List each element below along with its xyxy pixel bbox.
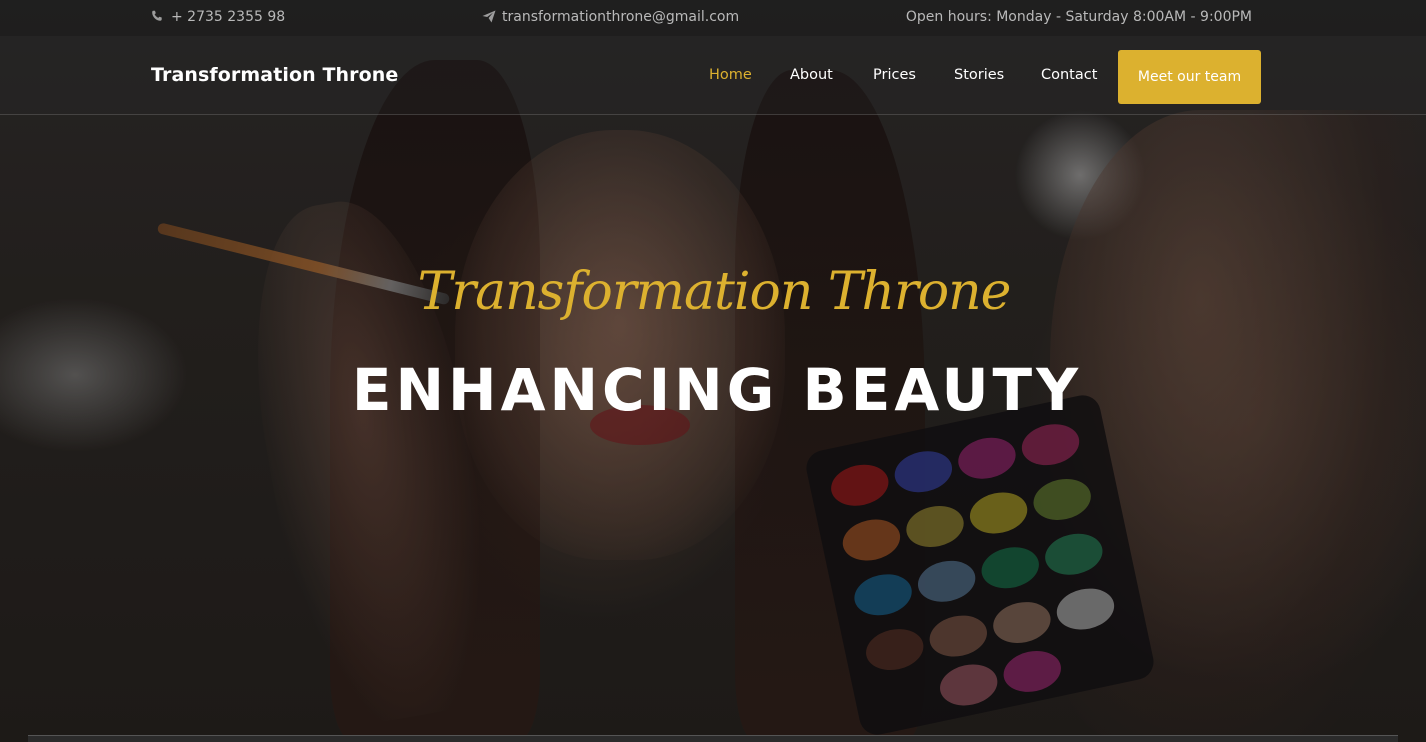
nav-link-stories[interactable]: Stories xyxy=(954,67,1004,83)
nav-link-about[interactable]: About xyxy=(790,67,833,83)
paper-plane-icon xyxy=(482,10,496,24)
main-navbar: Transformation Throne Home About Prices … xyxy=(0,36,1426,115)
hero-headline: ENHANCING BEAUTY xyxy=(351,356,1083,424)
phone-number: + 2735 2355 98 xyxy=(171,9,286,25)
hero-script-title: Transformation Throne xyxy=(417,262,1012,322)
contact-phone[interactable]: + 2735 2355 98 xyxy=(151,9,285,25)
open-hours: Open hours: Monday - Saturday 8:00AM - 9… xyxy=(906,9,1252,25)
nav-link-home[interactable]: Home xyxy=(709,67,752,83)
meet-our-team-button[interactable]: Meet our team xyxy=(1118,50,1261,104)
top-info-bar: + 2735 2355 98 transformationthrone@gmai… xyxy=(0,0,1426,36)
brand-logo[interactable]: Transformation Throne xyxy=(151,64,398,86)
open-hours-text: Open hours: Monday - Saturday 8:00AM - 9… xyxy=(905,9,1252,25)
email-address: transformationthrone@gmail.com xyxy=(502,9,740,25)
nav-link-prices[interactable]: Prices xyxy=(873,67,916,83)
bottom-bar xyxy=(28,735,1398,742)
nav-link-contact[interactable]: Contact xyxy=(1041,67,1097,83)
contact-email[interactable]: transformationthrone@gmail.com xyxy=(482,9,739,25)
phone-icon xyxy=(151,10,163,24)
